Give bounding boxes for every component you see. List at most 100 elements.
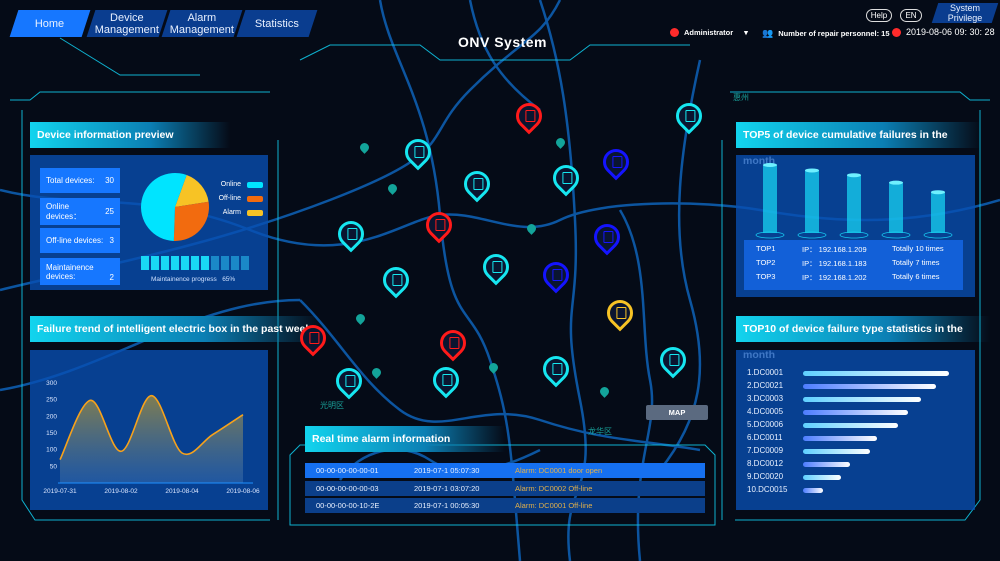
top10-bar xyxy=(803,423,898,428)
rank: TOP2 xyxy=(756,258,776,267)
stat-label: Off-line devices: xyxy=(46,236,104,245)
top10-label: 8.DC0012 xyxy=(747,459,784,468)
alarm-message: Alarm: DC0001 Off-line xyxy=(515,501,593,510)
top5-bar xyxy=(889,182,903,233)
top10-bar xyxy=(803,449,871,454)
bar-top xyxy=(847,173,861,178)
top10-bar xyxy=(803,488,824,493)
electric-box-icon xyxy=(669,354,680,366)
alarm-row[interactable]: 00-00-00-00-10-2E 2019-07-1 00:05:30 Alarm… xyxy=(305,498,705,513)
nav-home[interactable]: Home xyxy=(9,10,91,37)
nav-label: Statistics xyxy=(254,17,299,30)
top10-bar xyxy=(803,397,922,402)
system-privilege-button[interactable]: System Privilege xyxy=(931,3,999,23)
top5-bar xyxy=(805,170,819,233)
rank: TOP3 xyxy=(756,272,776,281)
legend-item: Online xyxy=(213,181,263,188)
top5-bar xyxy=(763,165,777,233)
top5-row: TOP1 IP： 192.168.1.209 Totally 10 times xyxy=(744,244,963,256)
district-label: 龙华区 xyxy=(588,427,612,436)
device-preview-panel: Total devices: 30 Online devices： 25 Off-l… xyxy=(30,155,268,290)
electric-box-icon xyxy=(603,231,614,243)
stat-value: 3 xyxy=(109,236,114,245)
electric-box-icon xyxy=(562,172,573,184)
electric-box-icon xyxy=(492,261,503,273)
top5-panel: TOP1 IP： 192.168.1.209 Totally 10 times TOP… xyxy=(736,155,975,297)
x-tick-label: 2019-08-02 xyxy=(104,488,138,495)
stat-maintenance: Maintainence devices: 2 xyxy=(40,258,120,285)
map-button[interactable]: MAP xyxy=(646,405,708,420)
alarm-title: Real time alarm information xyxy=(305,426,505,452)
district-label: 惠州 xyxy=(733,93,749,102)
electric-box-icon xyxy=(347,228,358,240)
electric-box-icon xyxy=(392,274,403,286)
progress-segment xyxy=(191,256,199,270)
top5-table: TOP1 IP： 192.168.1.209 Totally 10 times TOP… xyxy=(744,240,963,290)
x-tick-label: 2019-08-06 xyxy=(226,488,260,495)
datetime-text: 2019-08-06 09: 30: 28 xyxy=(906,27,995,37)
stat-value: 2 xyxy=(109,273,114,282)
x-tick-label: 2019-08-04 xyxy=(165,488,199,495)
clock-icon xyxy=(892,27,901,37)
top10-bar xyxy=(803,384,936,389)
nav-statistics[interactable]: Statistics xyxy=(236,10,318,37)
alarm-time: 2019-07-1 03:07:20 xyxy=(414,483,480,493)
stat-total: Total devices: 30 xyxy=(40,168,120,193)
electric-box-icon xyxy=(309,332,320,344)
stat-label: Total devices: xyxy=(46,176,95,185)
chevron-down-icon: ▾ xyxy=(744,28,748,37)
progress-segment xyxy=(241,256,249,270)
y-tick-label: 250 xyxy=(46,397,57,404)
top5-chart xyxy=(755,163,953,239)
stat-label: Maintainence devices: xyxy=(46,262,94,281)
progress-segment xyxy=(201,256,209,270)
alarm-row[interactable]: 00-00-00-00-00-01 2019-07-1 05:07:30 Alarm… xyxy=(305,463,705,478)
y-tick-label: 100 xyxy=(46,447,57,454)
electric-box-icon xyxy=(449,337,460,349)
nav-alarm-management[interactable]: Alarm Management xyxy=(161,10,243,37)
electric-box-icon xyxy=(552,363,563,375)
people-icon: 👥 xyxy=(762,28,774,38)
top10-title: TOP10 of device failure type statistics … xyxy=(736,316,990,361)
top10-label: 7.DC0009 xyxy=(747,446,784,455)
count: Totally 7 times xyxy=(892,258,940,267)
alarm-message: Alarm: DC0002 Off-line xyxy=(515,483,593,493)
top10-label: 3.DC0003 xyxy=(747,394,784,403)
y-tick-label: 150 xyxy=(46,430,57,437)
count: Totally 6 times xyxy=(892,272,940,281)
stat-value: 30 xyxy=(105,176,114,185)
nav-device-management[interactable]: Device Management xyxy=(86,10,168,37)
top10-label: 10.DC0015 xyxy=(747,485,788,494)
progress-segment xyxy=(221,256,229,270)
top5-row: TOP3 IP： 192.168.1.202 Totally 6 times xyxy=(744,272,963,284)
stat-value: 25 xyxy=(105,207,114,216)
language-button[interactable]: EN xyxy=(900,9,922,22)
alarm-time: 2019-07-1 05:07:30 xyxy=(414,466,480,475)
progress-segment xyxy=(161,256,169,270)
alarm-time: 2019-07-1 00:05:30 xyxy=(414,501,480,510)
legend-swatch xyxy=(247,181,263,188)
alarm-id: 00-00-00-00-00-01 xyxy=(316,466,379,475)
bar-top xyxy=(889,180,903,185)
top10-label: 2.DC0021 xyxy=(747,381,784,390)
help-button[interactable]: Help xyxy=(866,9,892,22)
x-tick-label: 2019-07-31 xyxy=(43,488,77,495)
y-tick-label: 50 xyxy=(50,463,58,470)
progress-segment xyxy=(211,256,219,270)
top5-bar xyxy=(847,175,861,233)
legend-item: Off-line xyxy=(213,195,263,202)
progress-value: 65% xyxy=(222,276,236,283)
alarm-row[interactable]: 00-00-00-00-00-03 2019-07-1 03:07:20 Alarm… xyxy=(305,480,705,496)
top10-label: 6.DC0011 xyxy=(747,433,783,442)
legend-label: Alarm xyxy=(222,209,241,216)
stat-label: Online devices： xyxy=(46,201,82,221)
ip: IP： 192.168.1.202 xyxy=(802,273,867,282)
electric-box-icon xyxy=(525,110,536,122)
electric-box-icon xyxy=(442,374,453,386)
electric-box-icon xyxy=(414,146,425,158)
top5-row: TOP2 IP： 192.168.1.183 Totally 7 times xyxy=(744,258,963,270)
bar-top xyxy=(763,163,777,167)
user-menu[interactable]: Administrator ▾ xyxy=(670,28,748,37)
progress-segment xyxy=(231,256,239,270)
electric-box-icon xyxy=(435,219,446,231)
